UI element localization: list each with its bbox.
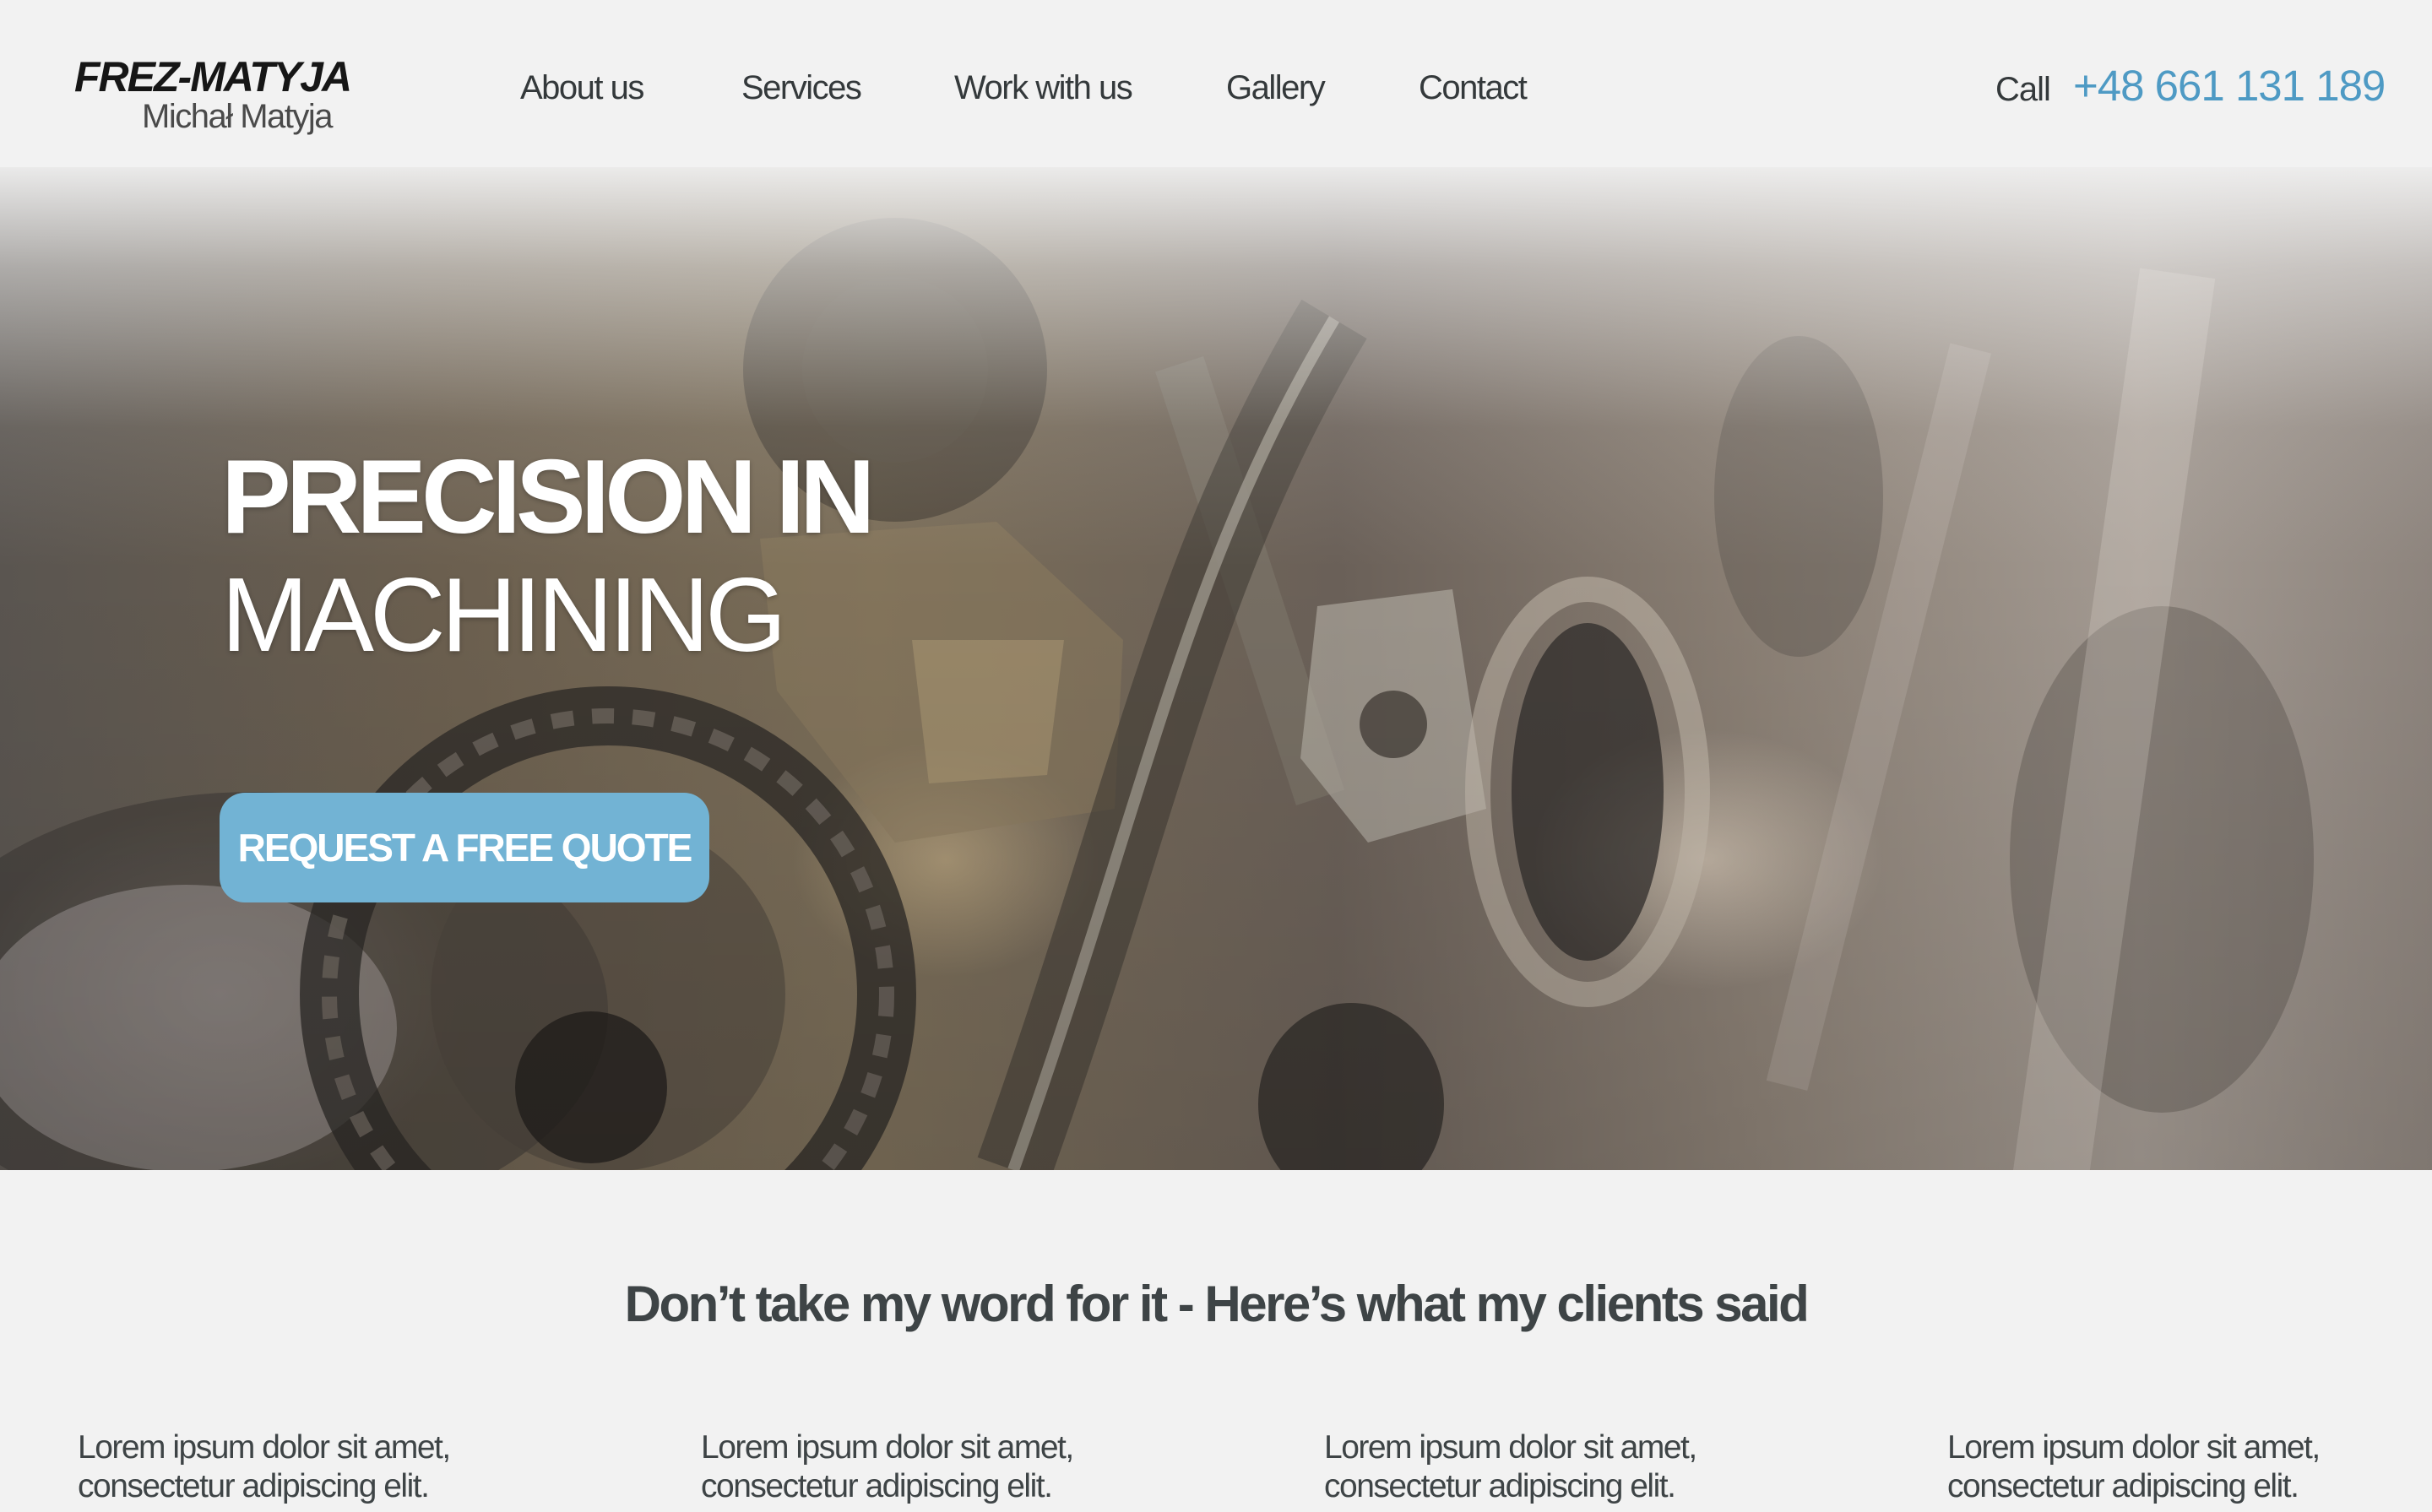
- testimonial-line: Lorem ipsum dolor sit amet,: [701, 1429, 1074, 1466]
- testimonial-card: Lorem ipsum dolor sit amet, consectetur …: [1324, 1428, 1763, 1506]
- nav-item-work-with-us[interactable]: Work with us: [954, 69, 1133, 107]
- nav-item-about-us[interactable]: About us: [520, 69, 644, 107]
- testimonial-card: Lorem ipsum dolor sit amet, consectetur …: [78, 1428, 517, 1506]
- testimonial-line: consectetur adipiscing elit.: [78, 1468, 430, 1504]
- hero-banner: PRECISION IN MACHINING REQUEST A FREE QU…: [0, 167, 2432, 1170]
- testimonial-line: consectetur adipiscing elit.: [1324, 1468, 1676, 1504]
- hero-title-line1: PRECISION IN: [221, 439, 876, 555]
- testimonial-line: Lorem ipsum dolor sit amet,: [1947, 1429, 2321, 1466]
- testimonial-card: Lorem ipsum dolor sit amet, consectetur …: [1947, 1428, 2386, 1506]
- testimonial-card: Lorem ipsum dolor sit amet, consectetur …: [701, 1428, 1140, 1506]
- logo[interactable]: FREZ-MATYJA Michał Matyja: [74, 52, 352, 145]
- testimonial-line: consectetur adipiscing elit.: [701, 1468, 1053, 1504]
- hero-title-line2: MACHINING: [221, 557, 787, 674]
- testimonial-line: Lorem ipsum dolor sit amet,: [1324, 1429, 1697, 1466]
- phone-link[interactable]: +48 661 131 189: [2073, 61, 2386, 111]
- logo-title: FREZ-MATYJA: [74, 53, 352, 100]
- site-header: FREZ-MATYJA Michał Matyja About us Servi…: [0, 0, 2432, 167]
- testimonials-heading: Don’t take my word for it - Here’s what …: [624, 1276, 1810, 1332]
- logo-subtitle: Michał Matyja: [142, 98, 334, 135]
- nav-item-contact[interactable]: Contact: [1419, 69, 1528, 107]
- call-label: Call: [1995, 71, 2051, 108]
- testimonial-line: Lorem ipsum dolor sit amet,: [78, 1429, 451, 1466]
- nav-item-gallery[interactable]: Gallery: [1226, 69, 1326, 107]
- nav-item-services[interactable]: Services: [741, 69, 862, 107]
- testimonial-line: consectetur adipiscing elit.: [1947, 1468, 2299, 1504]
- request-quote-button[interactable]: REQUEST A FREE QUOTE: [220, 793, 709, 902]
